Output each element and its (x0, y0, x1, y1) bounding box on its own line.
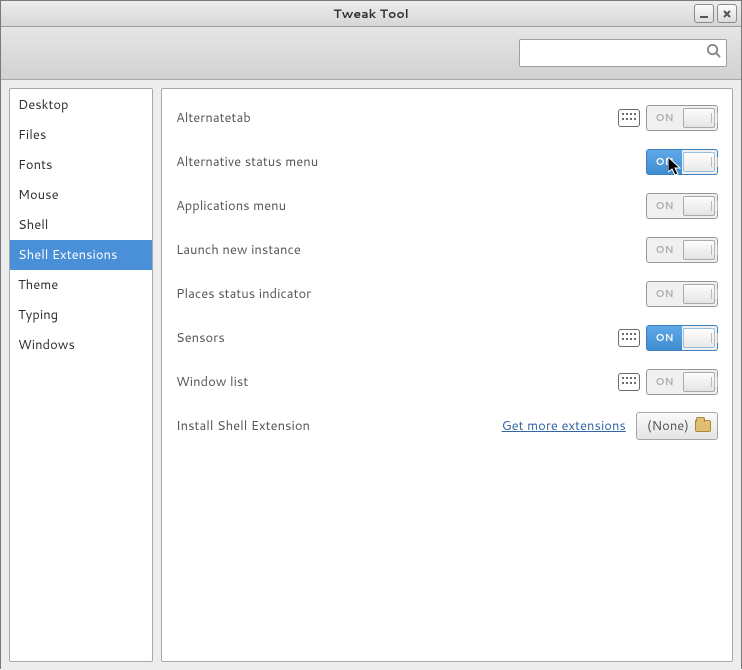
switch-knob (683, 284, 715, 304)
extension-row: Window list ON (176, 367, 718, 397)
search-input[interactable] (526, 45, 706, 62)
extension-label: Window list (176, 373, 618, 391)
switch-on-label: ON (647, 282, 682, 306)
extension-switch[interactable]: ON (646, 369, 718, 395)
switch-on-label: ON (647, 106, 682, 130)
close-icon (722, 9, 732, 19)
switch-on-label: ON (647, 194, 682, 218)
extension-switch[interactable]: ON (646, 325, 718, 351)
switch-on-label: ON (647, 150, 682, 174)
extension-row: Sensors ON (176, 323, 718, 353)
switch-knob (683, 152, 715, 172)
extension-switch[interactable]: ON (646, 193, 718, 219)
install-file-button[interactable]: (None) (636, 412, 718, 440)
titlebar: Tweak Tool (1, 1, 741, 27)
minimize-icon (699, 9, 709, 19)
extension-label: Applications menu (176, 197, 646, 215)
extension-switch[interactable]: ON (646, 281, 718, 307)
extension-row: Places status indicatorON (176, 279, 718, 309)
switch-knob (683, 196, 715, 216)
extension-label: Launch new instance (176, 241, 646, 259)
sidebar-item-shell[interactable]: Shell (10, 210, 152, 240)
extension-switch[interactable]: ON (646, 237, 718, 263)
switch-knob (683, 240, 715, 260)
sidebar-item-shell-extensions[interactable]: Shell Extensions (10, 240, 152, 270)
extension-row: Applications menuON (176, 191, 718, 221)
install-file-button-label: (None) (647, 417, 689, 435)
preferences-icon[interactable] (618, 329, 640, 347)
sidebar-item-fonts[interactable]: Fonts (10, 150, 152, 180)
get-more-extensions-link[interactable]: Get more extensions (502, 417, 626, 435)
sidebar-item-typing[interactable]: Typing (10, 300, 152, 330)
switch-knob (683, 372, 715, 392)
switch-on-label: ON (647, 326, 682, 350)
search-field[interactable] (519, 39, 727, 67)
sidebar-item-files[interactable]: Files (10, 120, 152, 150)
close-button[interactable] (717, 4, 737, 23)
switch-on-label: ON (647, 370, 682, 394)
sidebar-item-mouse[interactable]: Mouse (10, 180, 152, 210)
window-buttons (694, 4, 737, 23)
preferences-icon[interactable] (618, 109, 640, 127)
extension-switch[interactable]: ON (646, 149, 718, 175)
minimize-button[interactable] (694, 4, 714, 23)
sidebar-item-theme[interactable]: Theme (10, 270, 152, 300)
folder-icon (695, 420, 711, 432)
extension-row: Launch new instanceON (176, 235, 718, 265)
preferences-icon[interactable] (618, 373, 640, 391)
window-title: Tweak Tool (1, 5, 741, 23)
sidebar-item-desktop[interactable]: Desktop (10, 90, 152, 120)
extensions-panel: AlternatetabONAlternative status menuONA… (161, 88, 733, 662)
extension-label: Places status indicator (176, 285, 646, 303)
extension-row: Alternative status menuON (176, 147, 718, 177)
extension-label: Alternatetab (176, 109, 618, 127)
switch-knob (683, 328, 715, 348)
extension-label: Sensors (176, 329, 618, 347)
switch-on-label: ON (647, 238, 682, 262)
extension-switch[interactable]: ON (646, 105, 718, 131)
toolbar (1, 27, 741, 80)
switch-knob (683, 108, 715, 128)
sidebar-item-windows[interactable]: Windows (10, 330, 152, 360)
search-icon (706, 43, 721, 63)
content-area: DesktopFilesFontsMouseShellShell Extensi… (1, 80, 741, 670)
extension-label: Alternative status menu (176, 153, 646, 171)
sidebar: DesktopFilesFontsMouseShellShell Extensi… (9, 88, 153, 662)
install-label: Install Shell Extension (176, 417, 502, 435)
extension-row: Alternatetab ON (176, 103, 718, 133)
install-row: Install Shell Extension Get more extensi… (176, 411, 718, 441)
